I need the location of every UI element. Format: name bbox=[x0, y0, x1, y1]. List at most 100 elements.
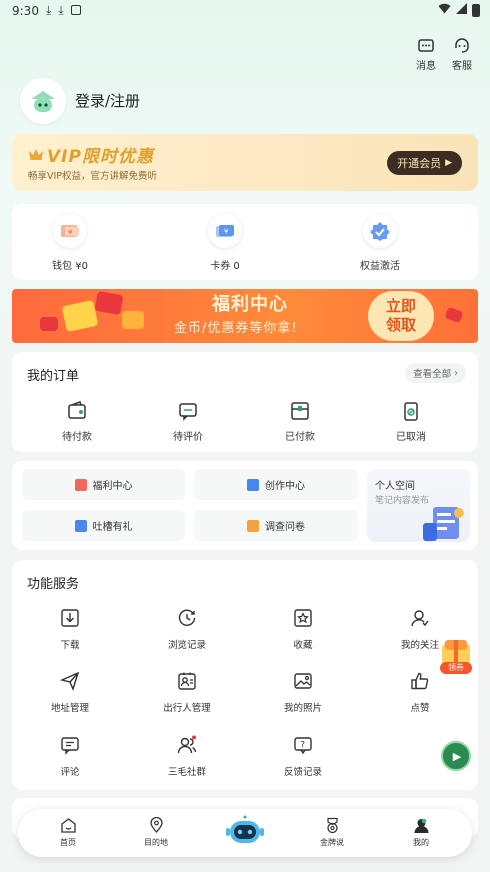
signal-icon bbox=[456, 3, 467, 17]
wallet-card: ¥ 钱包 ¥0 ¥ 卡券 0 权益激活 bbox=[12, 204, 478, 280]
coupon-item[interactable]: ¥ 卡券 0 bbox=[175, 214, 275, 272]
status-bar: 9:30 ⤓ ⤓ bbox=[0, 0, 490, 22]
wallet-icon: ¥ bbox=[61, 225, 79, 237]
battery-icon bbox=[472, 3, 480, 17]
chevron-right-icon: › bbox=[454, 367, 458, 379]
activate-label: 权益激活 bbox=[360, 261, 400, 272]
status-time: 9:30 bbox=[12, 4, 39, 18]
wallet-item[interactable]: ¥ 钱包 ¥0 bbox=[20, 214, 120, 272]
orders-card: 我的订单 查看全部 › 待付款 待评价 已付款 已取消 bbox=[12, 352, 478, 452]
wallet-pending-icon bbox=[68, 401, 86, 419]
order-label: 待评价 bbox=[173, 432, 203, 443]
space-title: 个人空间 bbox=[375, 481, 415, 492]
open-vip-button[interactable]: 开通会员 ▶ bbox=[387, 151, 462, 175]
gift-box-illustration bbox=[40, 317, 58, 331]
tab-label: 金牌说 bbox=[320, 838, 344, 847]
avatar[interactable] bbox=[20, 78, 66, 124]
create-icon bbox=[247, 478, 259, 491]
traveler-entry[interactable]: 出行人管理 bbox=[137, 671, 237, 714]
service-label: 收藏 bbox=[293, 640, 313, 651]
tab-mine[interactable]: 我的 bbox=[391, 817, 451, 848]
welfare-center-entry[interactable]: 福利中心 bbox=[22, 469, 185, 500]
comments-entry[interactable]: 评论 bbox=[20, 735, 120, 778]
download-icon bbox=[61, 609, 79, 627]
open-vip-label: 开通会员 bbox=[397, 157, 442, 170]
order-cancelled[interactable]: 已取消 bbox=[371, 400, 451, 443]
wallet-label: 钱包 ¥0 bbox=[52, 261, 88, 272]
feedback-record-icon: ? bbox=[294, 737, 312, 755]
vip-banner[interactable]: VIP限时优惠 畅享VIP权益，官方讲解免费听 开通会员 ▶ bbox=[12, 134, 478, 191]
gift-box-illustration bbox=[122, 311, 144, 329]
svg-text:?: ? bbox=[300, 741, 305, 751]
photos-entry[interactable]: 我的照片 bbox=[253, 671, 353, 714]
medal-icon bbox=[326, 817, 338, 834]
traveler-icon bbox=[178, 672, 196, 690]
tab-gold-talk[interactable]: 金牌说 bbox=[302, 817, 362, 848]
customer-service-button[interactable]: 客服 bbox=[447, 37, 477, 72]
tab-ai-assistant[interactable] bbox=[225, 814, 265, 848]
cancelled-icon bbox=[404, 402, 418, 421]
quick-label: 调查问卷 bbox=[265, 522, 305, 533]
see-all-label: 查看全部 bbox=[413, 369, 452, 380]
tab-home[interactable]: 首页 bbox=[38, 817, 98, 848]
order-label: 待付款 bbox=[62, 432, 92, 443]
destination-icon bbox=[149, 817, 163, 833]
order-label: 已付款 bbox=[285, 432, 315, 443]
service-label: 我的照片 bbox=[283, 703, 322, 714]
favorites-entry[interactable]: 收藏 bbox=[253, 608, 353, 651]
robot-icon bbox=[226, 815, 264, 843]
red-envelope-illustration bbox=[444, 306, 464, 324]
address-entry[interactable]: 地址管理 bbox=[20, 671, 120, 714]
feedback-record-entry[interactable]: ? 反馈记录 bbox=[253, 735, 353, 778]
quick-entries-card: 福利中心 创作中心 吐槽有礼 调查问卷 个人空间 笔记内容发布 bbox=[12, 461, 478, 550]
activate-item[interactable]: 权益激活 bbox=[330, 214, 430, 272]
see-all-orders-button[interactable]: 查看全部 › bbox=[405, 363, 466, 383]
claim-now-button[interactable]: 立即 领取 bbox=[368, 291, 434, 341]
community-entry[interactable]: 三毛社群 bbox=[137, 735, 237, 778]
personal-space-entry[interactable]: 个人空间 笔记内容发布 bbox=[367, 469, 470, 542]
photo-icon bbox=[294, 673, 312, 689]
download-entry[interactable]: 下载 bbox=[20, 608, 120, 651]
messages-button[interactable]: 消息 bbox=[411, 37, 441, 72]
orders-title: 我的订单 bbox=[27, 369, 80, 384]
tab-destination[interactable]: 目的地 bbox=[126, 817, 186, 848]
floating-audio-button[interactable]: ▶ bbox=[441, 741, 471, 771]
tab-label: 目的地 bbox=[144, 838, 168, 847]
svg-text:¥: ¥ bbox=[68, 229, 73, 237]
login-register-link[interactable]: 登录/注册 bbox=[75, 90, 140, 111]
quick-label: 创作中心 bbox=[265, 481, 305, 492]
survey-entry[interactable]: 调查问卷 bbox=[194, 510, 358, 541]
gift-icon bbox=[74, 478, 87, 491]
order-pending-review[interactable]: 待评价 bbox=[148, 400, 228, 443]
order-pending-payment[interactable]: 待付款 bbox=[37, 400, 117, 443]
quick-label: 福利中心 bbox=[92, 481, 133, 492]
welfare-center-banner[interactable]: 福利中心 金币/优惠券等你拿! 立即 领取 bbox=[12, 289, 478, 343]
profile-icon bbox=[414, 818, 428, 833]
service-label: 客服 bbox=[452, 61, 472, 72]
follow-icon bbox=[411, 610, 429, 627]
history-entry[interactable]: 浏览记录 bbox=[137, 608, 237, 651]
like-icon bbox=[411, 672, 429, 690]
floating-coupon-button[interactable]: 领券 bbox=[437, 636, 475, 676]
likes-entry[interactable]: 点赞 bbox=[370, 671, 470, 714]
comment-pending-icon bbox=[179, 403, 197, 421]
play-arrow-icon: ▶ bbox=[445, 158, 452, 168]
order-label: 已取消 bbox=[396, 432, 426, 443]
feedback-gift-entry[interactable]: 吐槽有礼 bbox=[22, 510, 185, 541]
crown-icon bbox=[29, 149, 43, 160]
address-icon bbox=[60, 671, 80, 691]
coupon-label: 卡券 0 bbox=[210, 261, 240, 272]
gift-box-illustration bbox=[61, 299, 99, 333]
feedback-icon bbox=[74, 519, 87, 532]
service-label: 三毛社群 bbox=[167, 767, 206, 778]
services-card: 功能服务 下载 浏览记录 收藏 我的关注 地址管理 出行人管理 我的照片 点赞 … bbox=[12, 560, 478, 790]
banner-subtitle: 金币/优惠券等你拿! bbox=[174, 321, 298, 336]
service-label: 出行人管理 bbox=[163, 703, 211, 714]
community-icon bbox=[177, 735, 197, 754]
order-paid[interactable]: 已付款 bbox=[260, 400, 340, 443]
vip-title: VIP限时优惠 bbox=[47, 147, 154, 167]
messages-label: 消息 bbox=[416, 61, 436, 72]
history-icon bbox=[178, 609, 196, 626]
creation-center-entry[interactable]: 创作中心 bbox=[194, 469, 358, 500]
service-label: 浏览记录 bbox=[167, 640, 206, 651]
